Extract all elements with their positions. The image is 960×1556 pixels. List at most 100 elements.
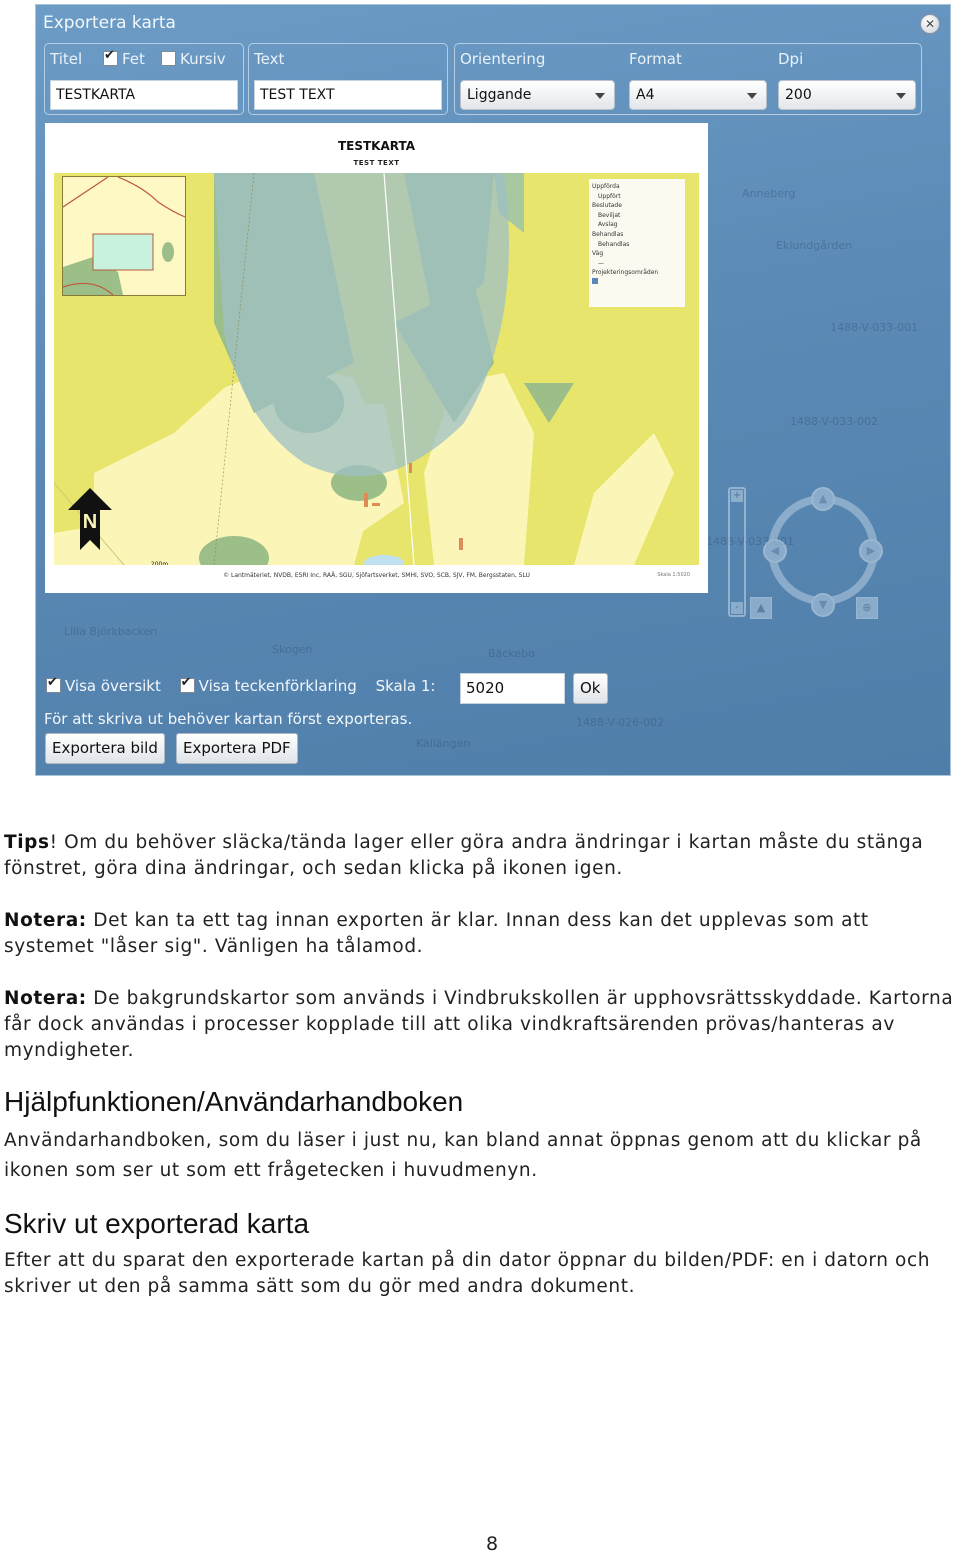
arrow-left-icon: ◀	[770, 544, 780, 557]
dropdown-caret-icon	[595, 93, 605, 99]
text-label: Text	[254, 50, 285, 68]
export-pdf-button[interactable]: Exportera PDF	[176, 733, 298, 764]
legend-area-swatch	[592, 277, 682, 288]
orientation-select[interactable]: Liggande	[460, 80, 615, 110]
section-heading-print: Skriv ut exporterad karta	[4, 1208, 310, 1239]
close-circle-icon: ✕	[924, 17, 936, 31]
globe-icon: ⊕	[862, 601, 872, 614]
export-map-dialog: Anneberg Eklundgården 1488-V-033-001 148…	[35, 4, 951, 776]
map-navigation-control: + - ▲ ◀ ▶ ▼ ▲ ⊕	[728, 487, 883, 627]
map-legend: Uppförda Uppfört Beslutade Beviljat Avsl…	[589, 179, 685, 307]
export-image-button[interactable]: Exportera bild	[45, 733, 165, 764]
section-body-print: Efter att du sparat den exporterade kart…	[4, 1250, 931, 1297]
close-button[interactable]: ✕	[920, 14, 940, 34]
tips-lead: Tips	[4, 832, 50, 853]
zoom-in-button[interactable]: +	[731, 490, 743, 502]
title-group: Titel Fet Kursiv TESTKARTA	[44, 43, 244, 115]
arrow-down-icon: ▼	[818, 598, 828, 611]
scale-bar-label: 200m	[150, 561, 169, 565]
legend-item: Behandlas	[598, 240, 630, 248]
preview-map: Uppförda Uppfört Beslutade Beviljat Avsl…	[54, 173, 699, 565]
title-label: Titel	[50, 50, 83, 68]
orientation-label: Orientering	[460, 50, 546, 68]
map-label: Källängen	[416, 737, 471, 750]
arrow-up-icon: ▲	[818, 492, 828, 505]
overview-map-graphic	[63, 177, 185, 295]
scale-label: Skala 1:	[375, 677, 436, 695]
scale-bar: 200m	[64, 561, 168, 565]
checkbox-checked-icon[interactable]	[103, 48, 118, 66]
section-heading-help: Hjälpfunktionen/Användarhandboken	[4, 1086, 464, 1117]
overview-map	[62, 176, 186, 296]
show-legend-checkbox[interactable]: Visa teckenförklaring	[179, 675, 357, 695]
dpi-select[interactable]: 200	[778, 80, 916, 110]
map-label: 1488-V-033-002	[790, 415, 879, 428]
full-extent-button[interactable]: ▲	[750, 597, 772, 619]
format-value: A4	[636, 87, 655, 103]
note-text: De bakgrundskartor som används i Vindbru…	[4, 988, 954, 1061]
pan-west-button[interactable]: ◀	[763, 539, 787, 563]
checkbox-checked-icon[interactable]	[46, 675, 61, 693]
dropdown-caret-icon	[747, 93, 757, 99]
italic-checkbox[interactable]: Kursiv	[161, 50, 226, 68]
orientation-value: Liggande	[467, 87, 532, 103]
show-legend-label: Visa teckenförklaring	[198, 677, 357, 695]
triangle-icon: ▲	[756, 601, 766, 614]
checkbox-unchecked-icon[interactable]	[161, 51, 176, 66]
legend-heading: Väg	[592, 250, 604, 258]
map-label: Bäckebo	[488, 647, 535, 660]
text-input[interactable]: TEST TEXT	[254, 80, 442, 110]
map-label: Eklundgården	[776, 239, 853, 252]
bottom-options: Visa översikt Visa teckenförklaring Skal…	[46, 675, 449, 695]
title-input[interactable]: TESTKARTA	[50, 80, 238, 110]
legend-heading: Behandlas	[592, 230, 624, 238]
legend-heading: Beslutade	[592, 202, 622, 210]
note-lead: Notera:	[4, 910, 87, 931]
print-note: För att skriva ut behöver kartan först e…	[44, 710, 413, 728]
pan-east-button[interactable]: ▶	[859, 539, 883, 563]
preview-title: TESTKARTA	[337, 139, 416, 153]
dpi-label: Dpi	[778, 50, 804, 68]
map-label: Lilla Björkbacken	[64, 625, 158, 638]
tips-text: ! Om du behöver släcka/tända lager eller…	[4, 832, 924, 879]
globe-button[interactable]: ⊕	[856, 597, 878, 619]
map-label: 1488-V-033-001	[830, 321, 919, 334]
page-number: 8	[486, 1533, 499, 1555]
italic-label: Kursiv	[180, 50, 226, 68]
map-preview: TESTKARTA TEST TEXT Uppförda Uppfört Bes…	[45, 123, 708, 593]
legend-heading: Uppförda	[592, 183, 620, 190]
bold-label: Fet	[122, 50, 145, 68]
scale-ok-button[interactable]: Ok	[573, 673, 608, 704]
note-lead: Notera:	[4, 988, 87, 1009]
print-settings-group: Orientering Format Dpi Liggande A4 200	[454, 43, 922, 115]
zoom-out-button[interactable]: -	[731, 602, 743, 614]
show-overview-label: Visa översikt	[65, 677, 161, 695]
note-paragraph-1: Notera: Det kan ta ett tag innan exporte…	[4, 908, 960, 960]
legend-item: Avslag	[598, 221, 618, 229]
dpi-value: 200	[785, 87, 812, 103]
dialog-title: Exportera karta	[43, 13, 176, 33]
note-text: Det kan ta ett tag innan exporten är kla…	[4, 910, 869, 957]
format-select[interactable]: A4	[629, 80, 767, 110]
pan-south-button[interactable]: ▼	[811, 593, 835, 617]
checkbox-checked-icon[interactable]	[179, 675, 195, 693]
legend-item: Beviljat	[598, 211, 621, 219]
legend-item: Uppfört	[598, 192, 621, 200]
bold-checkbox[interactable]: Fet	[103, 48, 145, 68]
map-label: 1488-V-026-002	[576, 716, 665, 729]
show-overview-checkbox[interactable]: Visa översikt	[46, 675, 161, 695]
text-group: Text TEST TEXT	[248, 43, 448, 115]
map-label: Skogen	[272, 643, 313, 656]
note-paragraph-2: Notera: De bakgrundskartor som används i…	[4, 986, 960, 1064]
scale-input[interactable]: 5020	[460, 673, 565, 704]
dropdown-caret-icon	[896, 93, 906, 99]
map-label: Anneberg	[742, 187, 796, 200]
legend-road-symbol: —	[598, 259, 604, 267]
legend-heading: Projekteringsområden	[592, 269, 659, 277]
pan-north-button[interactable]: ▲	[811, 487, 835, 511]
section-body-help: Användarhandboken, som du läser i just n…	[4, 1130, 922, 1181]
svg-text:N: N	[83, 511, 97, 533]
arrow-right-icon: ▶	[866, 544, 876, 557]
zoom-slider[interactable]: + -	[728, 487, 746, 617]
preview-subtitle: TEST TEXT	[353, 159, 400, 167]
